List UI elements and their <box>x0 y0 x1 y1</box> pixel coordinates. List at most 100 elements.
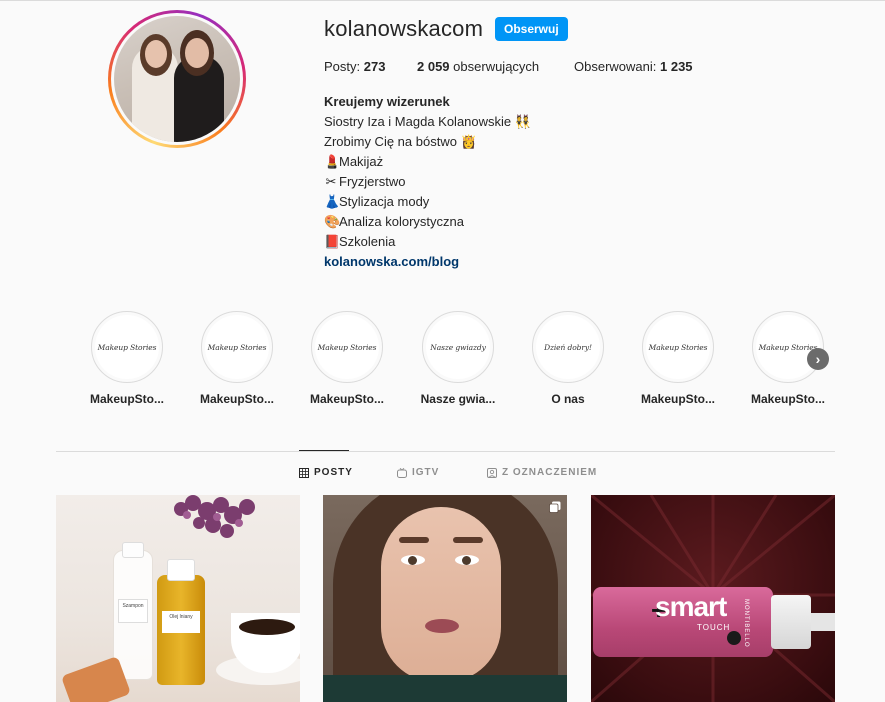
post-thumbnail[interactable]: Szampon Olej lniany <box>56 495 300 702</box>
face <box>381 507 501 682</box>
oil-bottle: Olej lniany <box>157 559 205 685</box>
highlight-cover: Makeup Stories <box>201 311 273 383</box>
highlight-cover: Makeup Stories <box>91 311 163 383</box>
igtv-icon <box>397 467 407 478</box>
posts-count: Posty: 273 <box>324 59 385 74</box>
bottle-cap <box>167 559 195 581</box>
bottle-label-text: Olej lniany <box>169 614 193 620</box>
highlight-item[interactable]: Dzień dobry! O nas <box>522 311 614 406</box>
top-border <box>0 0 885 1</box>
profile-username: kolanowskacom <box>324 16 484 41</box>
coffee <box>239 619 295 635</box>
highlight-label: Nasze gwia... <box>420 392 496 406</box>
bottle-label: Olej lniany <box>162 611 200 633</box>
sprayer-nozzle <box>811 613 835 631</box>
palette-emoji-icon: 🎨 <box>324 214 341 229</box>
following-count-value: 1 235 <box>660 59 693 74</box>
bio-website-link[interactable]: kolanowska.com/blog <box>324 254 459 269</box>
bottle-label: Szampon <box>118 599 148 623</box>
highlight-item[interactable]: Makeup Stories MakeupSto... <box>191 311 283 406</box>
service-label: Makijaż <box>339 154 384 169</box>
carousel-icon <box>549 501 561 513</box>
tagged-icon <box>487 467 497 478</box>
bottle-cap <box>122 542 144 558</box>
bio-link-line: kolanowska.com/blog <box>324 252 531 272</box>
highlight-label: MakeupSto... <box>89 392 164 406</box>
follow-button[interactable]: Obserwuj <box>495 17 568 41</box>
highlight-item[interactable]: Makeup Stories MakeupSto... <box>301 311 393 406</box>
princess-emoji-icon: 👸 <box>460 134 477 149</box>
followers-count-value: 2 059 <box>417 59 450 74</box>
highlight-label: MakeupSto... <box>199 392 274 406</box>
highlight-cover: Makeup Stories <box>311 311 383 383</box>
bio-line-text: Siostry Iza i Magda Kolanowskie <box>324 114 512 129</box>
highlight-cover-text: Dzień dobry! <box>536 315 600 379</box>
service-label: Fryzjerstwo <box>339 174 406 189</box>
avatar-photo <box>114 16 240 142</box>
bottle-badge <box>727 631 741 645</box>
highlight-cover-text: Nasze gwiazdy <box>426 315 490 379</box>
followers-count[interactable]: 2 059 obserwujących <box>417 59 539 74</box>
bio-service-color-analysis: 🎨Analiza kolorystyczna <box>324 212 531 232</box>
smart-touch-bottle: + smart TOUCH MONTIBELLO <box>593 587 835 657</box>
following-count[interactable]: Obserwowani: 1 235 <box>574 59 693 74</box>
right-eyebrow <box>453 537 483 543</box>
profile-avatar[interactable] <box>108 10 246 148</box>
lipstick-emoji-icon: 💄 <box>324 154 341 169</box>
person-left-face <box>145 40 167 68</box>
bio-service-hair: ✂ Fryzjerstwo <box>324 172 531 192</box>
highlight-cover-text: Makeup Stories <box>646 315 710 379</box>
bio-line-sisters: Siostry Iza i Magda Kolanowskie 👯 <box>324 112 531 132</box>
lips <box>425 619 459 633</box>
dancers-emoji-icon: 👯 <box>514 114 531 129</box>
highlight-cover: Makeup Stories <box>642 311 714 383</box>
left-eye <box>401 555 425 565</box>
posts-count-value: 273 <box>363 59 386 74</box>
tab-label: POSTY <box>314 467 353 478</box>
active-tab-indicator <box>299 450 349 451</box>
book-emoji-icon: 📕 <box>324 234 341 249</box>
tab-label: Z OZNACZENIEM <box>502 467 598 478</box>
scissors-emoji-icon: ✂ <box>325 174 337 189</box>
bio-service-training: 📕Szkolenia <box>324 232 531 252</box>
bio-name: Kreujemy wizerunek <box>324 94 450 109</box>
tab-tagged[interactable]: Z OZNACZENIEM <box>487 467 597 478</box>
bio-line-text: Zrobimy Cię na bóstwo <box>324 134 457 149</box>
highlight-cover-text: Makeup Stories <box>95 315 159 379</box>
highlight-cover-text: Makeup Stories <box>315 315 379 379</box>
highlight-cover: Makeup Stories <box>752 311 824 383</box>
tabs-divider <box>56 451 835 452</box>
grid-icon <box>299 467 309 478</box>
dress-emoji-icon: 👗 <box>324 194 341 209</box>
followers-count-label: obserwujących <box>453 59 540 74</box>
bio-service-makeup: 💄Makijaż <box>324 152 531 172</box>
bio-service-styling: 👗Stylizacja mody <box>324 192 531 212</box>
profile-bio: Kreujemy wizerunek Siostry Iza i Magda K… <box>324 92 531 272</box>
left-eyebrow <box>399 537 429 543</box>
tab-igtv[interactable]: IGTV <box>397 467 439 478</box>
bottle-subbrand-text: TOUCH <box>697 623 731 632</box>
highlight-item[interactable]: Makeup Stories MakeupSto... <box>81 311 173 406</box>
coffee-cup <box>231 613 300 673</box>
highlight-cover: Dzień dobry! <box>532 311 604 383</box>
bottle-label-text: Szampon <box>122 603 144 609</box>
service-label: Szkolenia <box>339 234 396 249</box>
post-thumbnail[interactable] <box>323 495 567 702</box>
tab-posts[interactable]: POSTY <box>299 467 353 478</box>
highlights-next-button[interactable]: › <box>807 348 829 370</box>
highlight-item[interactable]: Nasze gwiazdy Nasze gwia... <box>412 311 504 406</box>
lilac-flowers <box>174 495 255 538</box>
bottle-maker-text: MONTIBELLO <box>743 599 749 648</box>
chevron-right-icon: › <box>815 351 821 367</box>
highlight-label: MakeupSto... <box>640 392 715 406</box>
following-count-label: Obserwowani: <box>574 59 657 74</box>
tab-label: IGTV <box>412 467 440 478</box>
person-right-face <box>185 38 209 68</box>
highlight-cover-text: Makeup Stories <box>205 315 269 379</box>
right-eye <box>455 555 479 565</box>
post-thumbnail[interactable]: + smart TOUCH MONTIBELLO <box>591 495 835 702</box>
highlight-label: O nas <box>551 392 585 406</box>
highlight-cover-text: Makeup Stories <box>756 315 820 379</box>
highlight-item[interactable]: Makeup Stories MakeupSto... <box>632 311 724 406</box>
highlight-label: MakeupSto... <box>309 392 384 406</box>
